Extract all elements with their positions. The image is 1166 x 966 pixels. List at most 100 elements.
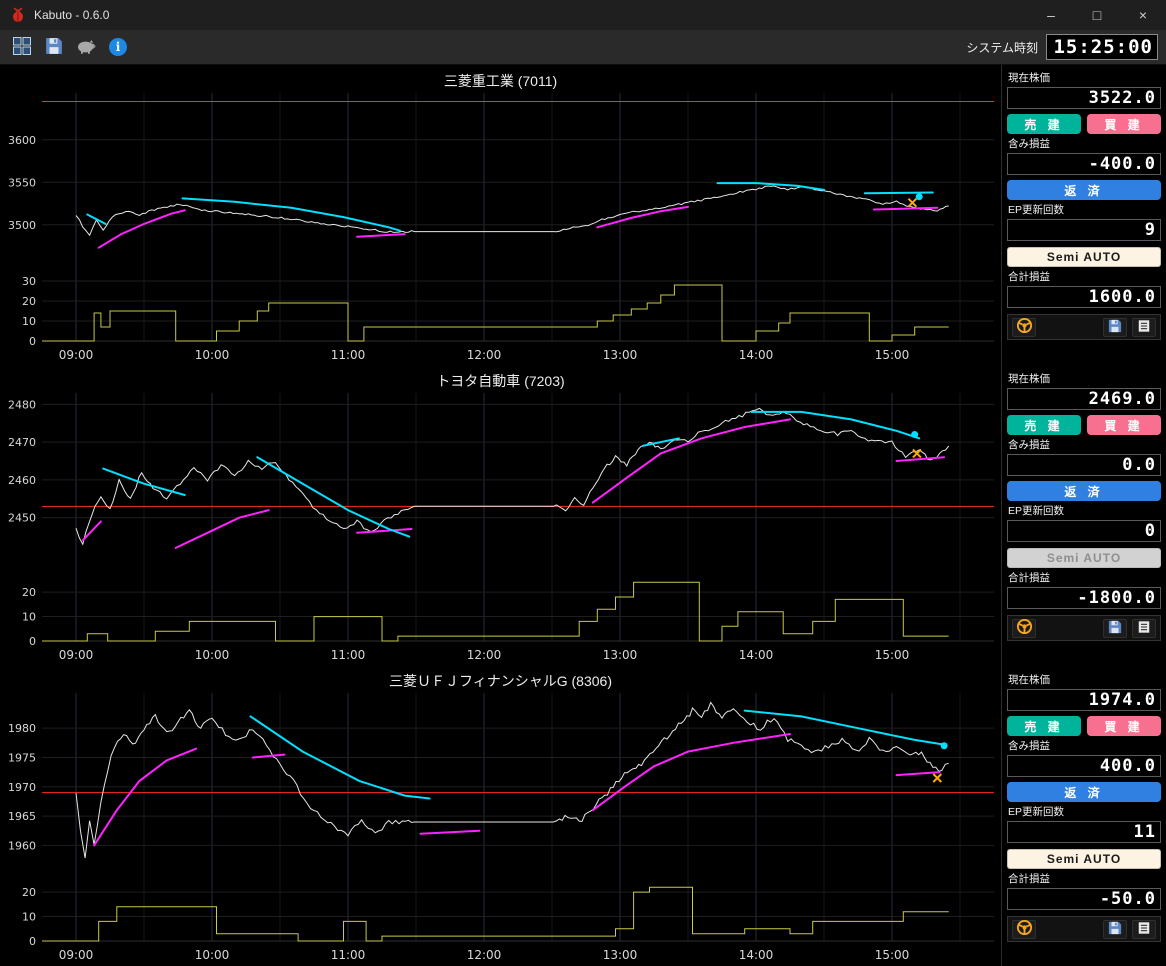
svg-text:10:00: 10:00	[195, 948, 230, 962]
steering-wheel-button[interactable]	[1012, 618, 1036, 638]
piggy-bank-button[interactable]	[72, 33, 100, 61]
info-icon: i	[109, 38, 127, 56]
grid-layout-icon	[12, 36, 32, 59]
svg-text:20: 20	[22, 886, 36, 899]
current-price-display: 2469.0	[1007, 388, 1161, 410]
svg-text:10: 10	[22, 911, 36, 924]
panel-save-button[interactable]	[1103, 317, 1127, 337]
repay-button[interactable]: 返 済	[1007, 180, 1161, 200]
minimize-button[interactable]: –	[1028, 0, 1074, 30]
total-pl-label: 合計損益	[1008, 271, 1050, 283]
steering-wheel-button[interactable]	[1012, 919, 1036, 939]
svg-text:15:00: 15:00	[875, 348, 910, 362]
semi-auto-button[interactable]: Semi AUTO	[1007, 849, 1161, 869]
buy-open-button[interactable]: 買 建	[1087, 415, 1161, 435]
sell-open-button[interactable]: 売 建	[1007, 716, 1081, 736]
svg-text:09:00: 09:00	[59, 348, 94, 362]
memo-list-button[interactable]	[1132, 618, 1156, 638]
steering-wheel-icon	[1016, 919, 1033, 939]
steering-wheel-icon	[1016, 317, 1033, 337]
buy-open-button[interactable]: 買 建	[1087, 114, 1161, 134]
ep-count-display: 9	[1007, 219, 1161, 241]
svg-text:11:00: 11:00	[331, 648, 366, 662]
main-area: 三菱重工業 (7011) 3500 3550 3600 0 10 20 30 09:00 10:…	[0, 65, 1166, 966]
svg-text:2460: 2460	[8, 474, 36, 487]
layout-grid-button[interactable]	[8, 33, 36, 61]
svg-text:12:00: 12:00	[467, 948, 502, 962]
svg-text:13:00: 13:00	[603, 648, 638, 662]
svg-text:10: 10	[22, 315, 36, 328]
steering-wheel-button[interactable]	[1012, 317, 1036, 337]
total-pl-display: -1800.0	[1007, 587, 1161, 609]
panel-icon-row	[1007, 916, 1161, 942]
repay-button[interactable]: 返 済	[1007, 481, 1161, 501]
steering-wheel-icon	[1016, 618, 1033, 638]
sell-open-button[interactable]: 売 建	[1007, 415, 1081, 435]
current-price-display: 1974.0	[1007, 689, 1161, 711]
semi-auto-button[interactable]: Semi AUTO	[1007, 247, 1161, 267]
ep-count-label: EP更新回数	[1008, 806, 1065, 818]
total-pl-label: 合計損益	[1008, 873, 1050, 885]
svg-text:12:00: 12:00	[467, 348, 502, 362]
trading-side-panel: 現在株価 3522.0 売 建 買 建 含み損益 -400.0 返 済 EP更新…	[1001, 65, 1166, 966]
svg-text:13:00: 13:00	[603, 348, 638, 362]
maximize-button[interactable]: □	[1074, 0, 1120, 30]
trade-panel-8306: 現在株価 1974.0 売 建 買 建 含み損益 400.0 返 済 EP更新回…	[1007, 672, 1161, 942]
trade-panel-7203: 現在株価 2469.0 売 建 買 建 含み損益 0.0 返 済 EP更新回数 …	[1007, 371, 1161, 641]
chart-canvas-7011: 3500 3550 3600 0 10 20 30 09:00 10:00 11:00 12:00 1…	[8, 93, 994, 362]
svg-text:14:00: 14:00	[739, 348, 774, 362]
svg-text:1960: 1960	[8, 839, 36, 852]
toolbar: i システム時刻 15:25:00	[0, 30, 1166, 65]
save-button[interactable]	[40, 33, 68, 61]
chart-block-7203: トヨタ自動車 (7203) 2450 2460 2470 2480 0 10 20 09:00…	[0, 365, 1001, 665]
sell-open-button[interactable]: 売 建	[1007, 114, 1081, 134]
chart-canvas-8306: 1960 1965 1970 1975 1980 0 10 20 09:00 10:00 11:00…	[8, 693, 994, 962]
total-pl-label: 合計損益	[1008, 572, 1050, 584]
svg-text:14:00: 14:00	[739, 948, 774, 962]
info-button[interactable]: i	[104, 33, 132, 61]
current-price-label: 現在株価	[1008, 72, 1050, 84]
svg-text:3500: 3500	[8, 219, 36, 232]
system-time-label: システム時刻	[966, 40, 1038, 55]
svg-text:0: 0	[29, 935, 36, 948]
window-title: Kabuto - 0.6.0	[34, 8, 110, 22]
svg-text:10:00: 10:00	[195, 348, 230, 362]
piggy-bank-icon	[76, 38, 96, 57]
chart-title-8306: 三菱ＵＦＪフィナンシャルG (8306)	[389, 673, 612, 689]
panel-save-button[interactable]	[1103, 618, 1127, 638]
svg-text:2450: 2450	[8, 512, 36, 525]
svg-text:14:00: 14:00	[739, 648, 774, 662]
chart-title-7011: 三菱重工業 (7011)	[443, 73, 558, 89]
memo-list-button[interactable]	[1132, 317, 1156, 337]
current-price-label: 現在株価	[1008, 373, 1050, 385]
ep-count-display: 11	[1007, 821, 1161, 843]
memo-list-button[interactable]	[1132, 919, 1156, 939]
svg-text:11:00: 11:00	[331, 948, 366, 962]
panel-save-button[interactable]	[1103, 919, 1127, 939]
svg-text:30: 30	[22, 275, 36, 288]
svg-text:10:00: 10:00	[195, 648, 230, 662]
svg-text:13:00: 13:00	[603, 948, 638, 962]
panel-icon-row	[1007, 615, 1161, 641]
memo-list-icon	[1137, 319, 1151, 336]
memo-list-icon	[1137, 620, 1151, 637]
unrealized-pl-display: -400.0	[1007, 153, 1161, 175]
ep-count-label: EP更新回数	[1008, 505, 1065, 517]
save-icon	[45, 37, 63, 58]
svg-text:2480: 2480	[8, 398, 36, 411]
unrealized-pl-label: 含み損益	[1008, 138, 1050, 150]
app-beetle-icon	[10, 7, 26, 23]
unrealized-pl-label: 含み損益	[1008, 740, 1050, 752]
svg-text:20: 20	[22, 295, 36, 308]
chart-block-8306: 三菱ＵＦＪフィナンシャルG (8306) 1960 1965 1970 1975 198…	[0, 665, 1001, 965]
svg-text:1980: 1980	[8, 722, 36, 735]
buy-open-button[interactable]: 買 建	[1087, 716, 1161, 736]
close-button[interactable]: ×	[1120, 0, 1166, 30]
charts-column: 三菱重工業 (7011) 3500 3550 3600 0 10 20 30 09:00 10:…	[0, 65, 1001, 966]
svg-text:10: 10	[22, 611, 36, 624]
repay-button[interactable]: 返 済	[1007, 782, 1161, 802]
current-price-label: 現在株価	[1008, 674, 1050, 686]
semi-auto-button[interactable]: Semi AUTO	[1007, 548, 1161, 568]
svg-text:11:00: 11:00	[331, 348, 366, 362]
svg-text:09:00: 09:00	[59, 948, 94, 962]
